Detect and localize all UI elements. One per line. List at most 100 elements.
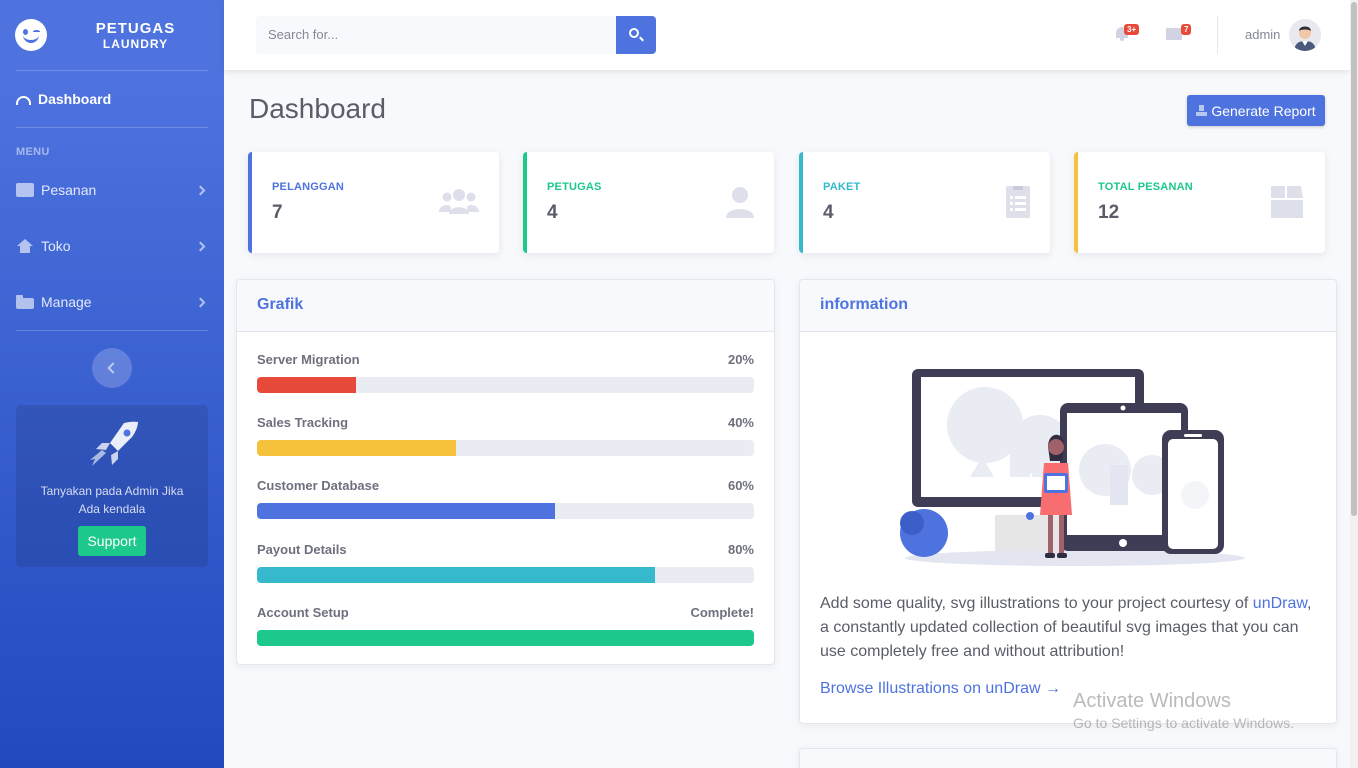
undraw-link[interactable]: unDraw <box>1253 595 1307 612</box>
stat-card-total-pesanan: TOTAL PESANAN 12 <box>1074 152 1325 253</box>
sidebar-divider <box>16 330 208 331</box>
progress-value: 20% <box>727 352 754 367</box>
stat-label: PELANGGAN <box>272 181 345 193</box>
home-icon <box>16 239 34 253</box>
search-icon <box>629 28 639 38</box>
grafik-card-title: Grafik <box>237 280 774 332</box>
sidebar-item-label: Toko <box>41 238 71 254</box>
users-icon <box>439 189 479 214</box>
page-scrollbar[interactable] <box>1350 0 1358 768</box>
progress-header: Payout Details 80% <box>257 542 754 557</box>
box-icon <box>1271 186 1303 218</box>
alerts-badge: 3+ <box>1124 24 1140 35</box>
calendar-icon <box>16 183 34 197</box>
support-button[interactable]: Support <box>78 526 146 556</box>
stat-value: 4 <box>823 202 834 223</box>
search-form: Search for... <box>256 16 656 54</box>
sidebar-item-label: Manage <box>41 294 92 310</box>
stat-card-petugas: PETUGAS 4 <box>523 152 774 253</box>
chevron-right-icon <box>195 241 206 251</box>
progress-row: Account Setup Complete! <box>257 605 754 646</box>
progress-label: Customer Database <box>257 478 380 493</box>
windows-activation-title: Activate Windows <box>1073 690 1231 712</box>
grafik-card: Grafik Server Migration 20% Sales Tracking… <box>236 279 775 665</box>
search-button[interactable] <box>616 16 656 54</box>
folder-icon <box>16 294 34 309</box>
messages-badge: 7 <box>1181 24 1192 35</box>
progress-value: 40% <box>727 415 754 430</box>
progress-track <box>257 503 754 519</box>
sidebar-toggle-button[interactable] <box>92 348 132 388</box>
stat-card-paket: PAKET 4 <box>799 152 1050 253</box>
progress-fill <box>257 377 357 393</box>
topbar-divider <box>1217 16 1218 54</box>
rocket-icon <box>90 421 138 466</box>
sidebar-promo-card: Tanyakan pada Admin Jika Ada kendala Sup… <box>16 405 208 567</box>
information-card-title: information <box>800 280 1336 332</box>
progress-label: Account Setup <box>257 605 349 620</box>
progress-track <box>257 440 754 456</box>
stat-value: 12 <box>1098 202 1120 223</box>
sidebar-item-toko[interactable]: Toko <box>0 218 224 274</box>
topbar: Search for... 3+ 7 admin <box>224 0 1350 70</box>
information-card: information Add some quality, svg illust… <box>799 279 1337 724</box>
brand-text: PETUGAS LAUNDRY <box>47 20 224 51</box>
browse-illustrations-link[interactable]: Browse Illustrations on unDraw → <box>820 680 1061 698</box>
laugh-wink-icon <box>15 19 47 51</box>
sidebar-item-manage[interactable]: Manage <box>0 274 224 330</box>
stat-label: TOTAL PESANAN <box>1098 181 1193 193</box>
information-text: Add some quality, svg illustrations to y… <box>820 592 1320 664</box>
progress-header: Server Migration 20% <box>257 352 754 367</box>
generate-report-label: Generate Report <box>1211 102 1316 119</box>
stat-value: 7 <box>272 202 283 223</box>
progress-label: Payout Details <box>257 542 347 557</box>
progress-fill <box>257 567 655 583</box>
progress-row: Sales Tracking 40% <box>257 415 754 456</box>
generate-report-button[interactable]: Generate Report <box>1187 95 1325 126</box>
sidebar-item-dashboard[interactable]: Dashboard <box>0 71 224 127</box>
page-title: Dashboard <box>249 93 386 124</box>
progress-track <box>257 630 754 646</box>
sidebar-item-pesanan[interactable]: Pesanan <box>0 162 224 218</box>
progress-label: Server Migration <box>257 352 360 367</box>
stat-value: 4 <box>547 202 558 223</box>
partial-card-header <box>800 749 1336 768</box>
progress-header: Sales Tracking 40% <box>257 415 754 430</box>
progress-header: Account Setup Complete! <box>257 605 754 620</box>
progress-row: Server Migration 20% <box>257 352 754 393</box>
brand-line1: PETUGAS <box>95 19 176 37</box>
user-avatar-icon <box>1289 19 1321 51</box>
sidebar-brand[interactable]: PETUGAS LAUNDRY <box>0 0 224 70</box>
stat-card-pelanggan: PELANGGAN 7 <box>248 152 499 253</box>
sidebar-item-label: Dashboard <box>38 91 112 107</box>
sidebar-heading: MENU <box>16 146 50 158</box>
sidebar-item-label: Pesanan <box>41 182 97 198</box>
progress-header: Customer Database 60% <box>257 478 754 493</box>
progress-track <box>257 567 754 583</box>
windows-activation-subtitle: Go to Settings to activate Windows. <box>1073 715 1294 731</box>
progress-track <box>257 377 754 393</box>
tachometer-icon <box>16 95 31 105</box>
user-name[interactable]: admin <box>1245 27 1280 42</box>
user-icon <box>726 187 754 218</box>
avatar[interactable] <box>1289 19 1321 51</box>
sidebar: PETUGAS LAUNDRY Dashboard MENU Pesanan T… <box>0 0 224 768</box>
progress-label: Sales Tracking <box>257 415 349 430</box>
progress-fill <box>257 630 754 646</box>
chevron-right-icon <box>195 185 206 195</box>
download-icon <box>1196 105 1208 116</box>
progress-value: 60% <box>727 478 754 493</box>
devices-illustration <box>900 369 1245 566</box>
progress-row: Customer Database 60% <box>257 478 754 519</box>
chevron-right-icon <box>195 297 206 307</box>
progress-fill <box>257 503 556 519</box>
progress-value: Complete! <box>690 605 754 620</box>
partial-card <box>799 748 1337 768</box>
progress-fill <box>257 440 456 456</box>
brand-line2: LAUNDRY <box>102 36 169 51</box>
search-input[interactable]: Search for... <box>256 16 616 54</box>
information-text-before: Add some quality, svg illustrations to y… <box>820 595 1253 612</box>
stat-label: PETUGAS <box>547 181 602 193</box>
scrollbar-thumb[interactable] <box>1351 2 1357 516</box>
envelope-icon[interactable] <box>1166 28 1182 40</box>
